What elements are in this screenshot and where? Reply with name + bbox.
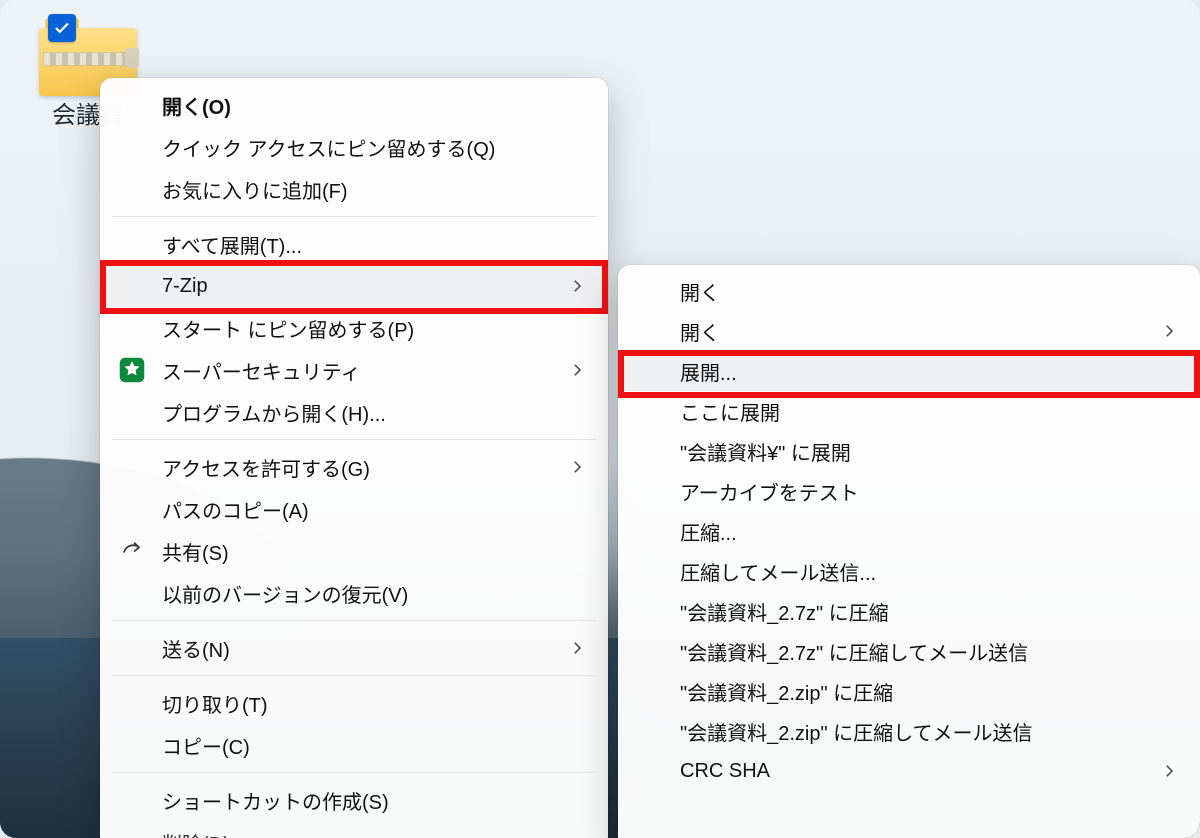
menu-label: "会議資料_2.zip" に圧縮 (680, 677, 1172, 706)
sub-item-test-archive[interactable]: アーカイブをテスト (618, 471, 1200, 511)
menu-label: CRC SHA (680, 760, 1172, 783)
chevron-right-icon (568, 639, 586, 657)
menu-label: 以前のバージョンの復元(V) (162, 579, 580, 608)
menu-separator (112, 675, 596, 676)
sub-item-compress[interactable]: 圧縮... (618, 511, 1200, 551)
menu-label: アクセスを許可する(G) (162, 453, 580, 482)
menu-label: 圧縮... (680, 517, 1172, 546)
menu-label: 開く (680, 277, 1172, 306)
menu-item-create-shortcut[interactable]: ショートカットの作成(S) (100, 779, 608, 821)
sub-item-open-submenu[interactable]: 開く (618, 311, 1200, 351)
chevron-right-icon (568, 458, 586, 476)
menu-label: 送る(N) (162, 634, 580, 663)
menu-separator (112, 772, 596, 773)
menu-item-cut[interactable]: 切り取り(T) (100, 682, 608, 724)
menu-label: 切り取り(T) (162, 689, 580, 718)
menu-label: ここに展開 (680, 397, 1172, 426)
menu-item-7zip[interactable]: 7-Zip (100, 265, 608, 307)
menu-label: 展開... (680, 357, 1172, 386)
menu-label: アーカイブをテスト (680, 477, 1172, 506)
menu-label: パスのコピー(A) (162, 495, 580, 524)
menu-item-restore-previous[interactable]: 以前のバージョンの復元(V) (100, 572, 608, 614)
menu-item-send-to[interactable]: 送る(N) (100, 627, 608, 669)
menu-label: 7-Zip (162, 275, 580, 298)
menu-label: コピー(C) (162, 731, 580, 760)
menu-item-copy-path[interactable]: パスのコピー(A) (100, 488, 608, 530)
menu-label: 共有(S) (162, 537, 580, 566)
menu-label: 圧縮してメール送信... (680, 557, 1172, 586)
sub-item-crc-sha[interactable]: CRC SHA (618, 751, 1200, 791)
menu-item-open-with[interactable]: プログラムから開く(H)... (100, 391, 608, 433)
menu-label: ショートカットの作成(S) (162, 786, 580, 815)
menu-label: 開く(O) (162, 91, 580, 120)
menu-label: プログラムから開く(H)... (162, 398, 580, 427)
menu-separator (112, 216, 596, 217)
chevron-right-icon (1160, 322, 1178, 340)
sub-item-compress-zip[interactable]: "会議資料_2.zip" に圧縮 (618, 671, 1200, 711)
menu-label: クイック アクセスにピン留めする(Q) (162, 133, 580, 162)
sub-item-extract-to-folder[interactable]: "会議資料¥" に展開 (618, 431, 1200, 471)
menu-item-super-security[interactable]: スーパーセキュリティ (100, 349, 608, 391)
sub-item-compress-7z-mail[interactable]: "会議資料_2.7z" に圧縮してメール送信 (618, 631, 1200, 671)
menu-label: すべて展開(T)... (162, 230, 580, 259)
menu-label: お気に入りに追加(F) (162, 175, 580, 204)
menu-label: "会議資料_2.7z" に圧縮してメール送信 (680, 637, 1172, 666)
chevron-right-icon (1160, 762, 1178, 780)
menu-label: スタート にピン留めする(P) (162, 314, 580, 343)
menu-item-share[interactable]: 共有(S) (100, 530, 608, 572)
menu-item-add-favorite[interactable]: お気に入りに追加(F) (100, 168, 608, 210)
selection-check-icon (48, 14, 76, 42)
chevron-right-icon (568, 361, 586, 379)
menu-item-delete[interactable]: 削除(D) (100, 821, 608, 838)
sub-item-compress-zip-mail[interactable]: "会議資料_2.zip" に圧縮してメール送信 (618, 711, 1200, 751)
context-menu-7zip-sub: 開く 開く 展開... ここに展開 "会議資料¥" に展開 アーカイブをテスト … (618, 265, 1200, 838)
shield-star-icon (118, 356, 146, 384)
sub-item-compress-7z[interactable]: "会議資料_2.7z" に圧縮 (618, 591, 1200, 631)
sub-item-extract[interactable]: 展開... (618, 351, 1200, 391)
menu-item-open[interactable]: 開く(O) (100, 84, 608, 126)
menu-item-extract-all[interactable]: すべて展開(T)... (100, 223, 608, 265)
menu-item-pin-start[interactable]: スタート にピン留めする(P) (100, 307, 608, 349)
sub-item-compress-mail[interactable]: 圧縮してメール送信... (618, 551, 1200, 591)
menu-separator (112, 620, 596, 621)
sub-item-extract-here[interactable]: ここに展開 (618, 391, 1200, 431)
menu-label: 開く (680, 317, 1172, 346)
sub-item-open[interactable]: 開く (618, 271, 1200, 311)
menu-label: "会議資料¥" に展開 (680, 437, 1172, 466)
menu-label: スーパーセキュリティ (162, 356, 580, 385)
menu-item-copy[interactable]: コピー(C) (100, 724, 608, 766)
menu-item-grant-access[interactable]: アクセスを許可する(G) (100, 446, 608, 488)
context-menu-primary: 開く(O) クイック アクセスにピン留めする(Q) お気に入りに追加(F) すべ… (100, 78, 608, 838)
share-icon (118, 537, 146, 565)
menu-item-pin-quick-access[interactable]: クイック アクセスにピン留めする(Q) (100, 126, 608, 168)
menu-label: "会議資料_2.7z" に圧縮 (680, 597, 1172, 626)
menu-separator (112, 439, 596, 440)
menu-label: 削除(D) (162, 828, 580, 838)
menu-label: "会議資料_2.zip" に圧縮してメール送信 (680, 717, 1172, 746)
chevron-right-icon (568, 277, 586, 295)
